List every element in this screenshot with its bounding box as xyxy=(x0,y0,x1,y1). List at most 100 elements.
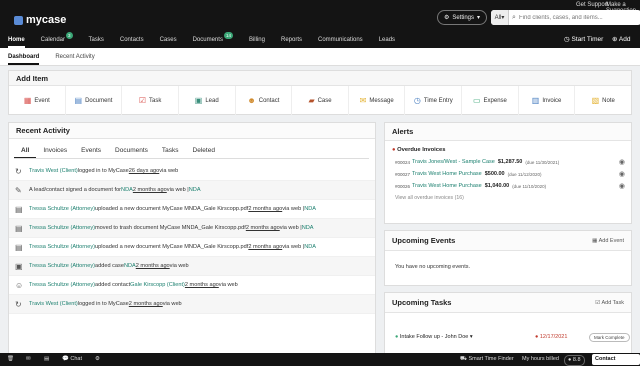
activity-actor-link[interactable]: Tressa Schultze (Attorney) xyxy=(29,263,95,269)
activity-row: ▣ Tressa Schultze (Attorney) added case N… xyxy=(9,257,375,276)
add-contact-button[interactable]: ☻ Contact xyxy=(236,86,293,115)
add-message-button[interactable]: ✉ Message xyxy=(349,86,406,115)
settings-button[interactable]: ⚙ Settings ▾ xyxy=(437,10,487,25)
overdue-invoice-row[interactable]: #00024 Travis Jones/West - Sample Case $1,… xyxy=(385,156,631,168)
gear-icon[interactable]: ⚙ xyxy=(95,353,100,366)
start-timer-button[interactable]: ◷ Start Timer xyxy=(564,32,603,48)
tab-recent-activity[interactable]: Recent Activity xyxy=(47,48,102,65)
task-due-date: ● 12/17/2021 xyxy=(535,334,568,340)
smart-time-finder-button[interactable]: ⛟ Smart Time Finder xyxy=(460,353,514,366)
activity-time: 26 days ago xyxy=(128,168,160,174)
calendar-badge: 3 xyxy=(66,32,73,39)
activity-actor-link[interactable]: Travis West (Client) xyxy=(29,301,78,307)
add-document-button[interactable]: ▤ Document xyxy=(66,86,123,115)
search-input[interactable] xyxy=(519,14,629,21)
activity-icon: ↻ xyxy=(15,299,22,309)
activity-actor-link[interactable]: Tressa Schultze (Attorney) xyxy=(29,225,95,231)
overdue-invoices-title: ● Overdue Invoices xyxy=(392,147,446,153)
eye-icon[interactable]: ◉ xyxy=(619,158,625,166)
nav-tasks[interactable]: Tasks xyxy=(81,32,112,48)
nav-calendar[interactable]: Calendar3 xyxy=(33,32,81,48)
list-icon[interactable]: ▤ xyxy=(44,353,49,366)
activity-actor-link[interactable]: Tressa Schultze (Attorney) xyxy=(29,206,95,212)
no-events-message: You have no upcoming events. xyxy=(395,264,471,270)
activity-target-link[interactable]: Gale Kirscopp (Client) xyxy=(130,282,185,288)
add-case-button[interactable]: ▰ Case xyxy=(292,86,349,115)
activity-text: uploaded a new document MyCase MNDA_Gale… xyxy=(95,244,249,250)
mycase-logo[interactable]: mycase xyxy=(14,14,66,26)
activity-tab-deleted[interactable]: Deleted xyxy=(186,147,222,158)
chat-button[interactable]: 💬 Chat xyxy=(62,353,82,366)
activity-suffix: via web | xyxy=(279,225,302,231)
view-all-overdue-link[interactable]: View all overdue invoices (16) xyxy=(395,195,631,201)
add-task-button[interactable]: ☑ Task xyxy=(122,86,179,115)
activity-suffix: via web xyxy=(159,168,179,174)
activity-case-link[interactable]: NDA xyxy=(304,206,316,212)
add-event-button[interactable]: ▦ Event xyxy=(9,86,66,115)
activity-tab-all[interactable]: All xyxy=(14,147,37,158)
my-hours-billed[interactable]: My hours billed xyxy=(522,353,559,366)
chevron-down-icon: ▾ xyxy=(477,15,481,21)
task-row[interactable]: ● Intake Follow up - John Doe ▾ ● 12/17/… xyxy=(385,327,631,347)
activity-suffix: via web xyxy=(162,301,182,307)
tab-dashboard[interactable]: Dashboard xyxy=(0,48,47,65)
alert-dot-icon: ● xyxy=(535,334,539,340)
activity-row: ↻ Travis West (Client) logged in to MyCas… xyxy=(9,162,375,181)
nav-cases[interactable]: Cases xyxy=(152,32,185,48)
nav-documents[interactable]: Documents14 xyxy=(185,32,241,48)
add-time-entry-button[interactable]: ◷ Time Entry xyxy=(405,86,463,115)
invoice-case-link[interactable]: Travis Jones/West - Sample Case xyxy=(412,159,495,165)
activity-tab-invoices[interactable]: Invoices xyxy=(36,147,74,158)
plus-icon: ⊕ xyxy=(612,36,618,43)
hours-value-toggle[interactable]: ● 8.8 xyxy=(564,355,585,366)
eye-icon[interactable]: ◉ xyxy=(619,182,625,190)
checkbox-icon: ☑ xyxy=(138,96,147,105)
activity-text: moved to trash document MyCase MNDA_Gale… xyxy=(95,225,246,231)
overdue-invoice-row[interactable]: #00026 Travis West Home Purchase $1,040.00… xyxy=(385,180,631,192)
activity-target-link[interactable]: NDA xyxy=(121,187,133,193)
briefcase-icon: ▰ xyxy=(308,96,315,105)
activity-actor-link[interactable]: Travis West (Client) xyxy=(29,168,78,174)
add-expense-button[interactable]: ▭ Expense xyxy=(462,86,519,115)
nav-contacts[interactable]: Contacts xyxy=(112,32,152,48)
add-event-link[interactable]: ▦ Add Event xyxy=(592,238,624,244)
activity-tab-documents[interactable]: Documents xyxy=(108,147,155,158)
activity-tab-tasks[interactable]: Tasks xyxy=(155,147,186,158)
add-invoice-button[interactable]: ▥ Invoice xyxy=(519,86,576,115)
search-icon: ⌕ xyxy=(512,13,516,21)
search-scope-select[interactable]: All ▾ xyxy=(491,10,509,25)
nav-home[interactable]: Home xyxy=(0,32,33,48)
activity-text: added contact xyxy=(95,282,131,288)
activity-case-link[interactable]: NDA xyxy=(189,187,201,193)
activity-text: added case xyxy=(95,263,124,269)
contact-support-button[interactable]: Contact Support xyxy=(592,354,640,365)
activity-suffix: via web xyxy=(169,263,189,269)
activity-actor-link[interactable]: Tressa Schultze (Attorney) xyxy=(29,244,95,250)
trash-icon[interactable]: 🗑 xyxy=(7,353,14,366)
clock-icon: ◷ xyxy=(564,36,570,43)
get-support-link[interactable]: Get Support xyxy=(576,2,608,8)
nav-billing[interactable]: Billing xyxy=(241,32,273,48)
nav-reports[interactable]: Reports xyxy=(273,32,310,48)
mail-icon[interactable]: ✉ xyxy=(26,353,31,366)
activity-target-link[interactable]: NDA xyxy=(124,263,136,269)
add-task-link[interactable]: ☑ Add Task xyxy=(595,300,624,306)
activity-tab-events[interactable]: Events xyxy=(74,147,108,158)
add-note-button[interactable]: ▧ Note xyxy=(575,86,631,115)
upcoming-events-panel: Upcoming Events ▦ Add Event You have no u… xyxy=(384,230,632,286)
invoice-due-date: (due 11/12/2020) xyxy=(507,171,542,177)
invoice-case-link[interactable]: Travis West Home Purchase xyxy=(412,183,482,189)
eye-icon[interactable]: ◉ xyxy=(619,170,625,178)
activity-case-link[interactable]: NDA xyxy=(302,225,314,231)
nav-communications[interactable]: Communications xyxy=(310,32,371,48)
overdue-invoice-row[interactable]: #00027 Travis West Home Purchase $500.00 (d… xyxy=(385,168,631,180)
invoice-case-link[interactable]: Travis West Home Purchase xyxy=(412,171,482,177)
activity-case-link[interactable]: NDA xyxy=(304,244,316,250)
add-lead-button[interactable]: ▣ Lead xyxy=(179,86,236,115)
nav-leads[interactable]: Leads xyxy=(371,32,403,48)
document-icon: ▤ xyxy=(74,96,83,105)
activity-actor-link[interactable]: Tressa Schultze (Attorney) xyxy=(29,282,95,288)
activity-suffix: via web xyxy=(218,282,238,288)
activity-icon: ☺ xyxy=(15,280,24,290)
mark-complete-button[interactable]: Mark Complete xyxy=(589,332,630,342)
